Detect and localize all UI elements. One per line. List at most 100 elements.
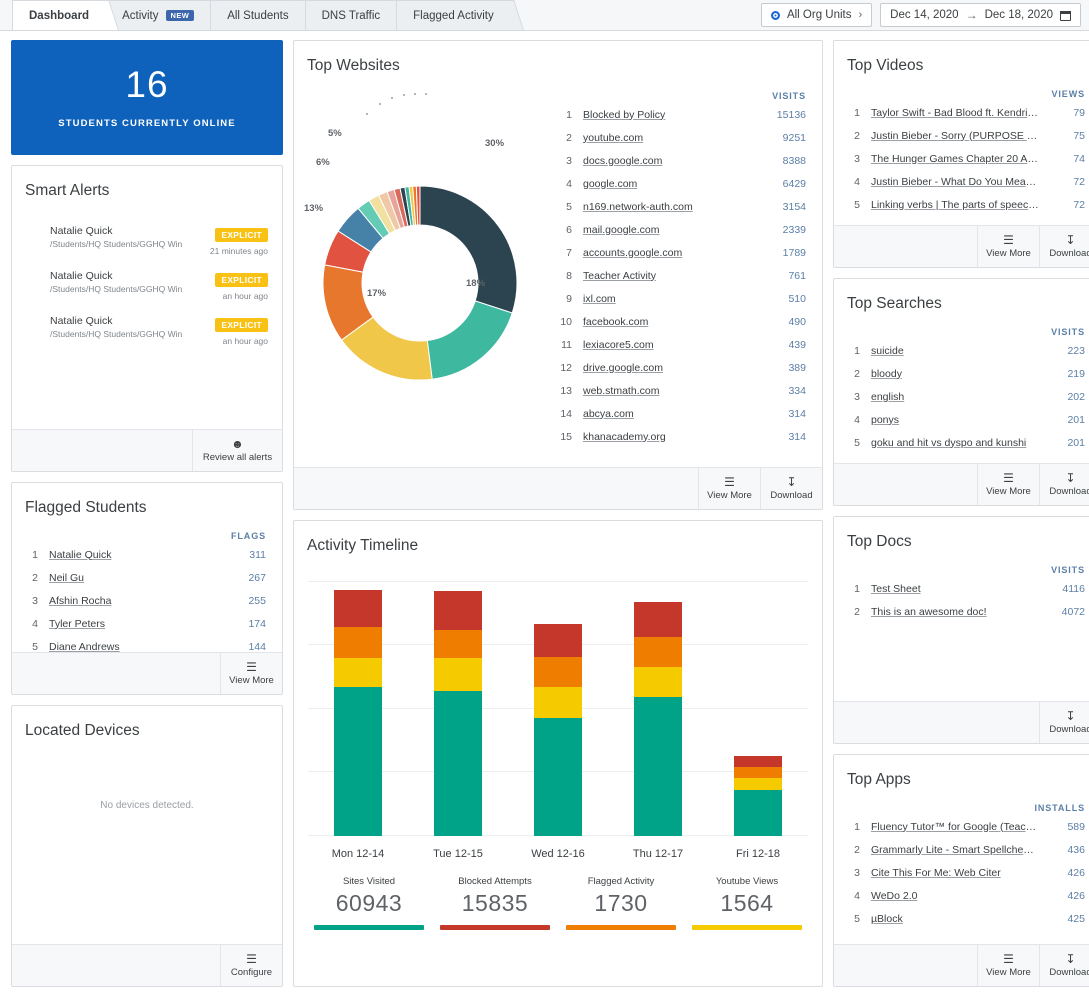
item-link[interactable]: Teacher Activity xyxy=(583,270,770,282)
item-link[interactable]: khanacademy.org xyxy=(583,431,770,443)
timeline-bar[interactable] xyxy=(334,589,382,836)
timeline-bar[interactable] xyxy=(534,624,582,836)
list-item[interactable]: 4 WeDo 2.0 426 xyxy=(834,884,1089,907)
list-item[interactable]: 3 Afshin Rocha 255 xyxy=(12,589,282,612)
donut-slice[interactable] xyxy=(426,300,513,380)
item-link[interactable]: Blocked by Policy xyxy=(583,109,770,121)
item-link[interactable]: ixl.com xyxy=(583,293,770,305)
donut-slice[interactable] xyxy=(419,185,518,314)
item-link[interactable]: WeDo 2.0 xyxy=(871,890,1049,902)
list-item[interactable]: 2 bloody 219 xyxy=(834,362,1089,385)
item-link[interactable]: This is an awesome doc! xyxy=(871,606,1049,618)
list-item[interactable]: 14 abcya.com 314 xyxy=(546,402,822,425)
item-link[interactable]: Justin Bieber - Sorry (PURPOSE : T... xyxy=(871,130,1049,142)
item-link[interactable]: µBlock xyxy=(871,913,1049,925)
item-link[interactable]: Tyler Peters xyxy=(49,618,230,630)
list-item[interactable]: 3 Cite This For Me: Web Citer 426 xyxy=(834,861,1089,884)
item-link[interactable]: Cite This For Me: Web Citer xyxy=(871,867,1049,879)
list-item[interactable]: 1 Test Sheet 4116 xyxy=(834,577,1089,600)
item-link[interactable]: drive.google.com xyxy=(583,362,770,374)
item-link[interactable]: Neil Gu xyxy=(49,572,230,584)
list-item[interactable]: 1 Natalie Quick 311 xyxy=(12,543,282,566)
item-link[interactable]: suicide xyxy=(871,345,1049,357)
list-item[interactable]: 12 drive.google.com 389 xyxy=(546,356,822,379)
list-item[interactable]: 1 Fluency Tutor™ for Google (Teacher... … xyxy=(834,815,1089,838)
alert-item[interactable]: Natalie Quick /Students/HQ Students/GGHQ… xyxy=(12,267,282,304)
tab-all-students[interactable]: All Students xyxy=(210,0,306,30)
list-item[interactable]: 5 Linking verbs | The parts of speech...… xyxy=(834,193,1089,216)
alert-item[interactable]: Natalie Quick /Students/HQ Students/GGHQ… xyxy=(12,312,282,349)
item-link[interactable]: Taylor Swift - Bad Blood ft. Kendric... xyxy=(871,107,1049,119)
configure-button[interactable]: ☰ Configure xyxy=(220,945,282,986)
review-all-alerts-button[interactable]: ☻ Review all alerts xyxy=(192,430,282,471)
timeline-bar[interactable] xyxy=(434,590,482,836)
item-link[interactable]: abcya.com xyxy=(583,408,770,420)
list-item[interactable]: 4 Tyler Peters 174 xyxy=(12,612,282,635)
date-range-picker[interactable]: Dec 14, 2020 → Dec 18, 2020 xyxy=(880,3,1081,27)
list-item[interactable]: 2 Grammarly Lite - Smart Spellchecker 43… xyxy=(834,838,1089,861)
item-link[interactable]: lexiacore5.com xyxy=(583,339,770,351)
list-item[interactable]: 4 google.com 6429 xyxy=(546,172,822,195)
item-link[interactable]: mail.google.com xyxy=(583,224,770,236)
item-link[interactable]: ponys xyxy=(871,414,1049,426)
list-item[interactable]: 15 khanacademy.org 314 xyxy=(546,425,822,448)
list-item[interactable]: 10 facebook.com 490 xyxy=(546,310,822,333)
list-item[interactable]: 8 Teacher Activity 761 xyxy=(546,264,822,287)
list-item[interactable]: 3 english 202 xyxy=(834,385,1089,408)
list-item[interactable]: 5 Diane Andrews 144 xyxy=(12,635,282,653)
tab-activity[interactable]: Activity NEW xyxy=(105,0,212,30)
item-link[interactable]: web.stmath.com xyxy=(583,385,770,397)
download-button[interactable]: ↧ Download xyxy=(1039,945,1089,986)
item-link[interactable]: accounts.google.com xyxy=(583,247,770,259)
tab-dns-traffic[interactable]: DNS Traffic xyxy=(304,0,398,30)
list-item[interactable]: 13 web.stmath.com 334 xyxy=(546,379,822,402)
list-item[interactable]: 4 Justin Bieber - What Do You Mean?... 7… xyxy=(834,170,1089,193)
list-item[interactable]: 1 Taylor Swift - Bad Blood ft. Kendric..… xyxy=(834,101,1089,124)
list-item[interactable]: 1 suicide 223 xyxy=(834,339,1089,362)
list-item[interactable]: 2 Neil Gu 267 xyxy=(12,566,282,589)
list-item[interactable]: 11 lexiacore5.com 439 xyxy=(546,333,822,356)
view-more-button[interactable]: ☰ View More xyxy=(977,226,1039,267)
download-button[interactable]: ↧ Download xyxy=(1039,226,1089,267)
list-item[interactable]: 9 ixl.com 510 xyxy=(546,287,822,310)
list-item[interactable]: 4 ponys 201 xyxy=(834,408,1089,431)
alert-item[interactable]: Natalie Quick /Students/HQ Students/GGHQ… xyxy=(12,222,282,259)
item-link[interactable]: Test Sheet xyxy=(871,583,1049,595)
item-link[interactable]: bloody xyxy=(871,368,1049,380)
item-link[interactable]: facebook.com xyxy=(583,316,770,328)
item-link[interactable]: Grammarly Lite - Smart Spellchecker xyxy=(871,844,1049,856)
timeline-bar[interactable] xyxy=(734,755,782,836)
item-link[interactable]: english xyxy=(871,391,1049,403)
list-item[interactable]: 6 mail.google.com 2339 xyxy=(546,218,822,241)
item-link[interactable]: google.com xyxy=(583,178,770,190)
item-link[interactable]: Fluency Tutor™ for Google (Teacher... xyxy=(871,821,1049,833)
item-link[interactable]: Linking verbs | The parts of speech... xyxy=(871,199,1049,211)
list-item[interactable]: 5 µBlock 425 xyxy=(834,907,1089,930)
item-link[interactable]: Diane Andrews xyxy=(49,641,230,653)
item-link[interactable]: youtube.com xyxy=(583,132,770,144)
item-link[interactable]: Justin Bieber - What Do You Mean?... xyxy=(871,176,1049,188)
item-link[interactable]: docs.google.com xyxy=(583,155,770,167)
view-more-button[interactable]: ☰ View More xyxy=(698,468,760,509)
item-link[interactable]: Afshin Rocha xyxy=(49,595,230,607)
list-item[interactable]: 7 accounts.google.com 1789 xyxy=(546,241,822,264)
item-link[interactable]: n169.network-auth.com xyxy=(583,201,770,213)
view-more-button[interactable]: ☰ View More xyxy=(977,945,1039,986)
list-item[interactable]: 3 docs.google.com 8388 xyxy=(546,149,822,172)
list-item[interactable]: 2 This is an awesome doc! 4072 xyxy=(834,600,1089,623)
list-item[interactable]: 5 goku and hit vs dyspo and kunshi 201 xyxy=(834,431,1089,454)
list-item[interactable]: 1 Blocked by Policy 15136 xyxy=(546,103,822,126)
view-more-button[interactable]: ☰ View More xyxy=(977,464,1039,505)
tab-flagged-activity[interactable]: Flagged Activity xyxy=(396,0,511,30)
item-link[interactable]: Natalie Quick xyxy=(49,549,230,561)
list-item[interactable]: 3 The Hunger Games Chapter 20 Au... 74 xyxy=(834,147,1089,170)
tab-dashboard[interactable]: Dashboard xyxy=(12,0,107,30)
org-unit-selector[interactable]: All Org Units › xyxy=(760,3,873,27)
download-button[interactable]: ↧ Download xyxy=(1039,702,1089,743)
list-item[interactable]: 2 youtube.com 9251 xyxy=(546,126,822,149)
item-link[interactable]: goku and hit vs dyspo and kunshi xyxy=(871,437,1049,449)
download-button[interactable]: ↧ Download xyxy=(1039,464,1089,505)
timeline-bar[interactable] xyxy=(634,601,682,836)
download-button[interactable]: ↧ Download xyxy=(760,468,822,509)
view-more-button[interactable]: ☰ View More xyxy=(220,653,282,694)
